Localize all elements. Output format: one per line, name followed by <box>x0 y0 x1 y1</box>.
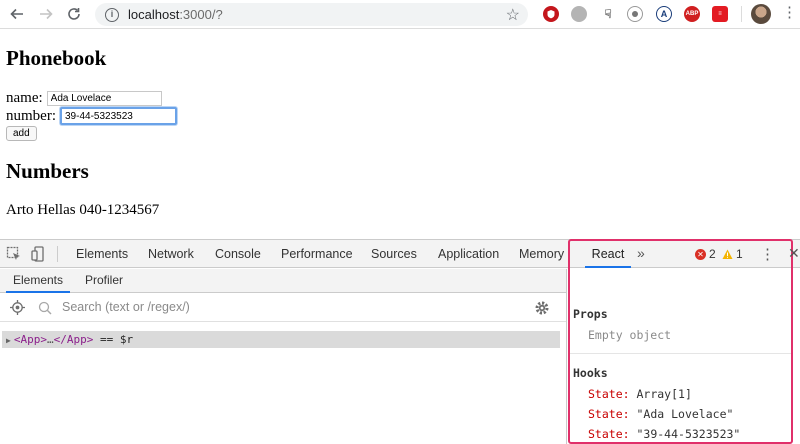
close-devtools-icon[interactable]: ✕ <box>788 245 800 262</box>
reload-icon[interactable] <box>63 3 85 25</box>
pane-splitter[interactable] <box>566 269 567 444</box>
search-icon <box>38 301 52 315</box>
tab-elements[interactable]: Elements <box>76 240 128 268</box>
tab-network[interactable]: Network <box>148 240 194 268</box>
site-info-icon[interactable]: i <box>105 7 119 22</box>
subtab-profiler[interactable]: Profiler <box>85 269 123 293</box>
ext-camera-icon[interactable] <box>627 6 643 22</box>
browser-menu-icon[interactable]: ⋮ <box>782 5 797 21</box>
tab-performance[interactable]: Performance <box>281 240 353 268</box>
page-content: Phonebook name: number: add Numbers Arto… <box>0 30 800 239</box>
add-button[interactable]: add <box>6 126 37 141</box>
browser-toolbar: i localhost:3000/? ☆ ☟ A ABP ≡ ⋮ <box>0 0 800 29</box>
name-label: name: <box>6 90 43 106</box>
props-empty-text: Empty object <box>588 328 672 342</box>
tab-sources[interactable]: Sources <box>371 240 417 268</box>
name-row: name: <box>6 90 162 107</box>
person-entry: Arto Hellas 040-1234567 <box>6 202 160 218</box>
adblock-plus-icon[interactable]: ABP <box>684 6 700 22</box>
ublock-icon[interactable] <box>543 6 559 22</box>
section-divider <box>570 353 791 354</box>
hook-row[interactable]: State: "Ada Lovelace" <box>588 407 733 421</box>
url-path: :3000/? <box>179 7 223 22</box>
error-count[interactable]: 2 <box>709 247 716 261</box>
back-arrow-icon[interactable] <box>6 3 28 25</box>
more-tabs-button[interactable]: » <box>637 245 645 261</box>
tree-open-tag: <App> <box>13 333 47 346</box>
numbers-title: Numbers <box>6 159 89 183</box>
address-bar[interactable]: i localhost:3000/? ☆ <box>95 3 528 26</box>
number-input[interactable] <box>60 107 177 125</box>
device-toolbar-icon[interactable] <box>31 246 47 262</box>
component-search-row: Search (text or /regex/) <box>0 294 566 322</box>
component-search-input[interactable]: Search (text or /regex/) <box>62 300 190 314</box>
inspect-element-icon[interactable] <box>6 246 22 262</box>
profile-avatar[interactable] <box>751 4 771 24</box>
hooks-section-title: Hooks <box>573 366 608 380</box>
tree-suffix: == $r <box>93 333 134 346</box>
name-input[interactable] <box>46 91 162 106</box>
tab-application[interactable]: Application <box>438 240 499 268</box>
bookmark-star-icon[interactable]: ☆ <box>506 5 520 25</box>
settings-gear-icon[interactable] <box>534 300 550 316</box>
url-host: localhost <box>128 7 180 22</box>
forward-arrow-icon[interactable] <box>35 3 57 25</box>
ext-red-icon[interactable]: ≡ <box>712 6 728 22</box>
select-component-icon[interactable] <box>10 300 25 315</box>
tab-separator <box>57 246 58 262</box>
tree-close-tag: </App> <box>53 333 94 346</box>
elements-subtab-bar: Elements Profiler <box>0 269 566 293</box>
hook-value: "39-44-5323523" <box>636 427 741 441</box>
props-section-title: Props <box>573 307 608 321</box>
tab-console[interactable]: Console <box>215 240 261 268</box>
tab-react[interactable]: React <box>585 241 631 268</box>
expand-triangle-icon[interactable]: ▶ <box>6 336 11 345</box>
tree-ellipsis: … <box>46 333 54 346</box>
hook-key: State: <box>588 407 630 421</box>
component-tree-row[interactable]: ▶ <App>…</App> == $r <box>2 331 560 348</box>
hook-value: "Ada Lovelace" <box>636 407 734 421</box>
hook-key: State: <box>588 387 630 401</box>
react-panel-highlight: React » ✕ 2 1 ⋮ ✕ Props Empty object Hoo… <box>568 239 800 444</box>
warning-icon <box>722 249 733 259</box>
hook-key: State: <box>588 427 630 441</box>
subtab-elements[interactable]: Elements <box>6 269 70 293</box>
tab-memory[interactable]: Memory <box>519 240 564 268</box>
ext-a-icon[interactable]: A <box>656 6 672 22</box>
warning-count[interactable]: 1 <box>736 247 743 261</box>
toolbar-divider <box>741 6 742 22</box>
hook-value: Array[1] <box>636 387 692 401</box>
number-label: number: <box>6 107 56 124</box>
url-text: localhost:3000/? <box>128 7 223 22</box>
hook-row[interactable]: State: "39-44-5323523" <box>588 427 740 441</box>
number-row: number: <box>6 107 177 125</box>
hook-row[interactable]: State: Array[1] <box>588 387 692 401</box>
page-title: Phonebook <box>6 46 107 70</box>
ext-hand-icon[interactable]: ☟ <box>600 6 616 22</box>
error-icon: ✕ <box>695 249 706 260</box>
ext-gray-icon[interactable] <box>571 6 587 22</box>
devtools-menu-icon[interactable]: ⋮ <box>760 245 775 263</box>
